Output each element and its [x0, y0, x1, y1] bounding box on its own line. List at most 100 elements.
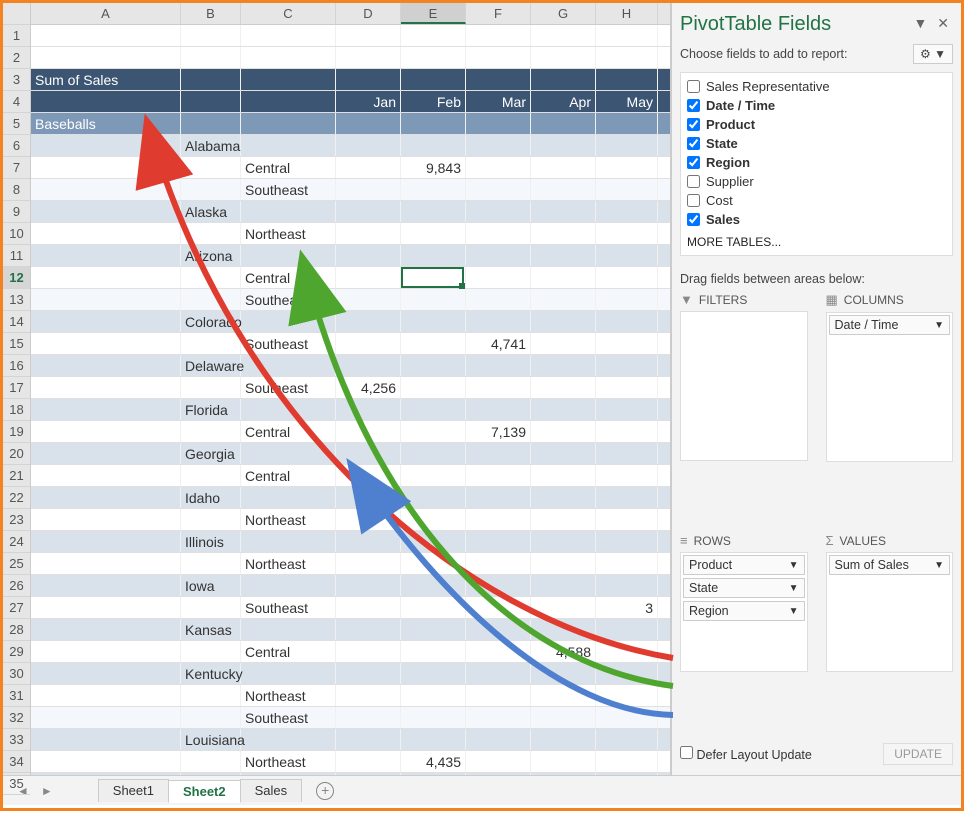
cell[interactable]: [596, 641, 658, 662]
row-header[interactable]: 35: [3, 773, 30, 795]
cell[interactable]: [336, 553, 401, 574]
cell[interactable]: [31, 245, 181, 266]
cell[interactable]: [596, 333, 658, 354]
cell[interactable]: [401, 597, 466, 618]
cell[interactable]: [466, 773, 531, 775]
row-header[interactable]: 9: [3, 201, 30, 223]
cell[interactable]: [181, 685, 241, 706]
cell[interactable]: [31, 157, 181, 178]
cell[interactable]: [531, 443, 596, 464]
cell[interactable]: [181, 223, 241, 244]
cell[interactable]: [466, 707, 531, 728]
cell[interactable]: [401, 113, 466, 134]
grid-row[interactable]: JanFebMarAprMay: [31, 91, 670, 113]
cell[interactable]: [531, 289, 596, 310]
cell[interactable]: [531, 575, 596, 596]
grid-row[interactable]: Northeast: [31, 685, 670, 707]
cell[interactable]: Arizona: [181, 245, 241, 266]
cell[interactable]: [596, 223, 658, 244]
field-chip[interactable]: Region▼: [683, 601, 805, 621]
grid-row[interactable]: [31, 25, 670, 47]
cell[interactable]: [336, 289, 401, 310]
columns-area[interactable]: ▦COLUMNS Date / Time▼: [826, 292, 954, 525]
field-list[interactable]: Sales RepresentativeDate / TimeProductSt…: [680, 72, 953, 256]
cell[interactable]: [31, 707, 181, 728]
cell[interactable]: [596, 707, 658, 728]
row-header[interactable]: 4: [3, 91, 30, 113]
cell[interactable]: [31, 685, 181, 706]
cell[interactable]: [466, 399, 531, 420]
cell[interactable]: Northeast: [241, 685, 336, 706]
col-header-G[interactable]: G: [531, 3, 596, 24]
cell[interactable]: [596, 685, 658, 706]
cell[interactable]: Illinois: [181, 531, 241, 552]
cell[interactable]: [596, 575, 658, 596]
cell[interactable]: [531, 25, 596, 46]
cell[interactable]: [336, 201, 401, 222]
cell[interactable]: Southeast: [241, 377, 336, 398]
cell[interactable]: [531, 465, 596, 486]
values-area[interactable]: ΣVALUES Sum of Sales▼: [826, 533, 954, 735]
cell[interactable]: [401, 201, 466, 222]
cell[interactable]: [466, 377, 531, 398]
cell[interactable]: [241, 575, 336, 596]
cell[interactable]: [401, 179, 466, 200]
cell[interactable]: [531, 179, 596, 200]
cell[interactable]: [31, 553, 181, 574]
defer-checkbox[interactable]: Defer Layout Update: [680, 746, 812, 762]
cell[interactable]: [466, 509, 531, 530]
cell[interactable]: Delaware: [181, 355, 241, 376]
cell[interactable]: [31, 619, 181, 640]
cell[interactable]: [531, 69, 596, 90]
cell[interactable]: [241, 135, 336, 156]
cell[interactable]: [241, 355, 336, 376]
cell[interactable]: [466, 443, 531, 464]
cell[interactable]: [596, 729, 658, 750]
row-header[interactable]: 24: [3, 531, 30, 553]
cell[interactable]: [596, 619, 658, 640]
grid-row[interactable]: Arizona: [31, 245, 670, 267]
cell[interactable]: 9,843: [401, 157, 466, 178]
cell[interactable]: [596, 399, 658, 420]
rows-area[interactable]: ≡ROWS Product▼State▼Region▼: [680, 533, 808, 735]
cell[interactable]: [241, 91, 336, 112]
cell[interactable]: [336, 245, 401, 266]
row-header[interactable]: 29: [3, 641, 30, 663]
cell[interactable]: [181, 377, 241, 398]
grid-row[interactable]: Northeast: [31, 553, 670, 575]
cell[interactable]: [596, 245, 658, 266]
cell[interactable]: [181, 707, 241, 728]
cell[interactable]: [466, 157, 531, 178]
cell[interactable]: [596, 421, 658, 442]
cell[interactable]: [401, 509, 466, 530]
cell[interactable]: [31, 421, 181, 442]
grid-row[interactable]: Alaska: [31, 201, 670, 223]
spreadsheet-grid[interactable]: 1234567891011121314151617181920212223242…: [3, 3, 671, 775]
cell[interactable]: [181, 421, 241, 442]
cell[interactable]: [241, 773, 336, 775]
cell[interactable]: [336, 465, 401, 486]
cell[interactable]: [401, 399, 466, 420]
cell[interactable]: Mar: [466, 91, 531, 112]
cell[interactable]: [531, 553, 596, 574]
cell[interactable]: Northeast: [241, 553, 336, 574]
cell[interactable]: Apr: [531, 91, 596, 112]
cell[interactable]: [596, 377, 658, 398]
cell[interactable]: [31, 289, 181, 310]
cell[interactable]: [241, 47, 336, 68]
cell[interactable]: [336, 663, 401, 684]
field-item[interactable]: Date / Time: [681, 96, 952, 115]
cell[interactable]: [336, 619, 401, 640]
cell[interactable]: [466, 223, 531, 244]
sheet-tab[interactable]: Sheet1: [98, 779, 169, 802]
row-header[interactable]: 1: [3, 25, 30, 47]
field-item[interactable]: Product: [681, 115, 952, 134]
cell[interactable]: [336, 575, 401, 596]
cell[interactable]: [181, 773, 241, 775]
cell[interactable]: [596, 267, 658, 288]
row-header[interactable]: 20: [3, 443, 30, 465]
cell[interactable]: [31, 399, 181, 420]
cell[interactable]: [401, 729, 466, 750]
cell[interactable]: 4,588: [531, 641, 596, 662]
cell[interactable]: [466, 465, 531, 486]
